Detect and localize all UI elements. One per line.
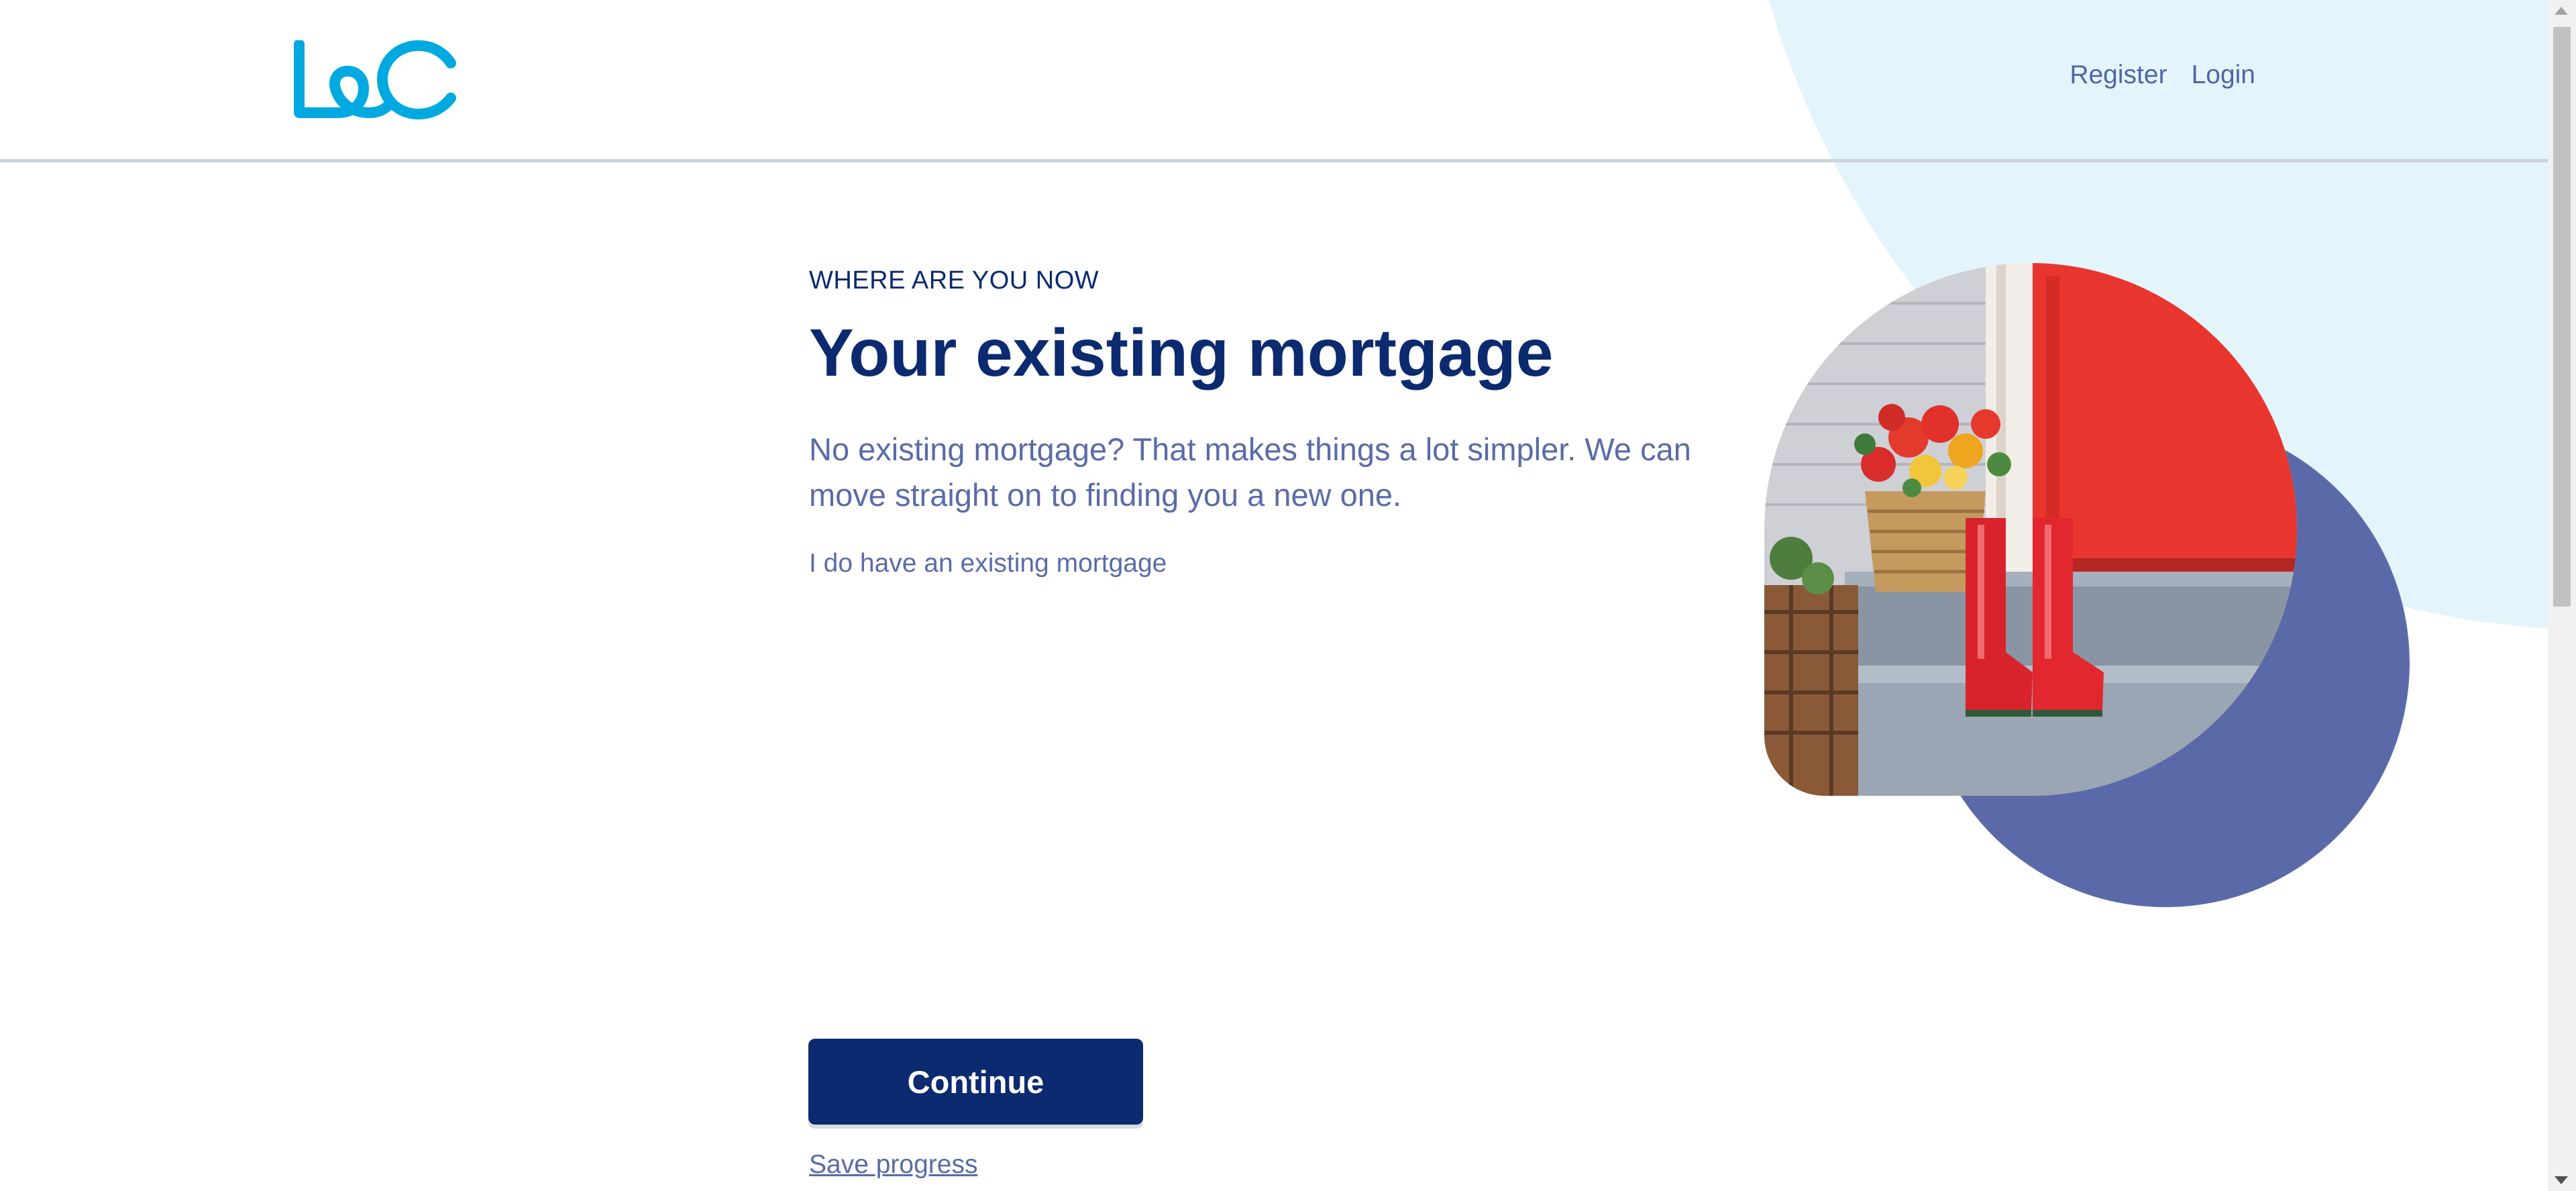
scroll-up-arrow-icon[interactable]	[2555, 7, 2568, 15]
step-eyebrow: WHERE ARE YOU NOW	[809, 266, 1099, 295]
scroll-down-arrow-icon[interactable]	[2555, 1176, 2568, 1184]
scrollbar-thumb[interactable]	[2553, 27, 2571, 607]
register-link[interactable]: Register	[2070, 60, 2167, 90]
header-divider	[0, 159, 2548, 162]
page: Register Login WHERE ARE YOU NOW Your ex…	[0, 0, 2548, 1191]
porch-photo	[1764, 263, 2297, 796]
page-title: Your existing mortgage	[809, 315, 1554, 391]
header-nav: Register Login	[2070, 60, 2255, 90]
lc-logo-icon	[294, 39, 456, 119]
hero-illustration	[1764, 263, 2410, 914]
lc-logo[interactable]	[291, 39, 459, 121]
vertical-scrollbar[interactable]	[2548, 0, 2576, 1191]
continue-button[interactable]: Continue	[808, 1039, 1143, 1125]
site-header: Register Login	[0, 0, 2548, 162]
login-link[interactable]: Login	[2192, 60, 2255, 90]
existing-mortgage-link[interactable]: I do have an existing mortgage	[809, 548, 1167, 580]
red-boots-photo-icon	[1764, 263, 2297, 796]
lead-paragraph: No existing mortgage? That makes things …	[809, 431, 1691, 513]
save-progress-link[interactable]: Save progress	[809, 1149, 977, 1181]
main-content: WHERE ARE YOU NOW Your existing mortgage…	[809, 266, 1748, 580]
